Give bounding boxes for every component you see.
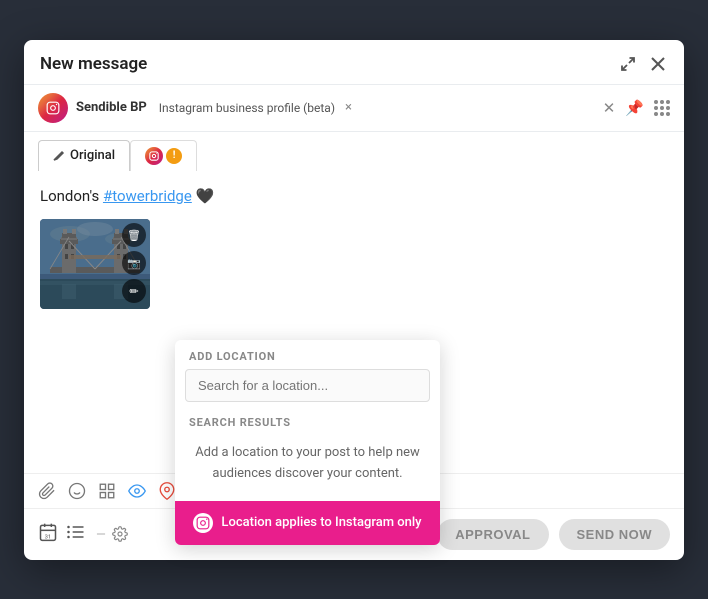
footer-right: APPROVAL SEND NOW xyxy=(437,519,670,550)
image-overlay-buttons xyxy=(122,223,146,303)
ig-circle xyxy=(145,147,163,165)
delete-image-button[interactable] xyxy=(122,223,146,247)
edit-image-button[interactable] xyxy=(122,279,146,303)
edit-icon xyxy=(129,284,138,298)
search-empty-message: Add a location to your post to help newa… xyxy=(195,445,420,481)
profile-close-tag[interactable]: × xyxy=(345,100,352,115)
tab-original-label: Original xyxy=(70,148,115,163)
ig-footer-icon xyxy=(193,513,213,533)
attachment-icon[interactable] xyxy=(38,482,56,500)
settings-icon[interactable] xyxy=(94,526,128,542)
emoji-icon[interactable] xyxy=(68,482,86,500)
profile-close-icon[interactable]: ✕ xyxy=(603,99,616,117)
close-modal-button[interactable] xyxy=(648,54,668,74)
search-results-content: Add a location to your post to help newa… xyxy=(175,435,440,501)
modal-header: New message xyxy=(24,40,684,85)
tabs-bar: Original ! xyxy=(24,132,684,171)
grid-icon-toolbar[interactable] xyxy=(98,482,116,500)
location-footer-text: Location applies to Instagram only xyxy=(221,515,421,530)
image-container xyxy=(40,219,150,309)
profile-logo xyxy=(38,93,68,123)
message-text: London's #towerbridge 🖤 xyxy=(40,185,668,208)
profile-bar-actions: ✕ 📌 xyxy=(603,99,670,117)
camera-icon xyxy=(127,256,141,270)
svg-text:31: 31 xyxy=(45,534,52,540)
warning-badge: ! xyxy=(166,148,182,164)
camera-button[interactable] xyxy=(122,251,146,275)
profile-bar: Sendible BP Instagram business profile (… xyxy=(24,85,684,132)
list-icon[interactable] xyxy=(66,522,86,547)
expand-button[interactable] xyxy=(618,54,638,74)
location-footer: Location applies to Instagram only xyxy=(175,501,440,545)
add-location-header: ADD LOCATION xyxy=(175,340,440,369)
pin-icon[interactable]: 📌 xyxy=(625,99,644,117)
grid-icon[interactable] xyxy=(654,100,670,116)
tab-original[interactable]: Original xyxy=(38,140,130,171)
location-search-input[interactable] xyxy=(185,369,430,402)
location-dropdown: ADD LOCATION SEARCH RESULTS Add a locati… xyxy=(175,340,440,545)
calendar-icon[interactable]: 31 xyxy=(38,522,58,547)
approval-button[interactable]: APPROVAL xyxy=(437,519,548,550)
location-icon[interactable] xyxy=(158,482,176,500)
send-now-button[interactable]: SEND NOW xyxy=(559,519,671,550)
profile-name: Sendible BP xyxy=(76,100,147,115)
modal-title: New message xyxy=(40,54,147,74)
tab-ig-content: ! xyxy=(145,147,182,165)
modal-header-actions xyxy=(618,54,668,74)
search-results-header: SEARCH RESULTS xyxy=(175,412,440,435)
trash-icon xyxy=(127,228,141,242)
profile-type: Instagram business profile (beta) xyxy=(159,101,335,115)
footer-left: 31 xyxy=(38,522,128,547)
tab-instagram[interactable]: ! xyxy=(130,140,197,171)
hashtag-link[interactable]: #towerbridge xyxy=(103,187,192,205)
preview-icon[interactable] xyxy=(128,482,146,500)
